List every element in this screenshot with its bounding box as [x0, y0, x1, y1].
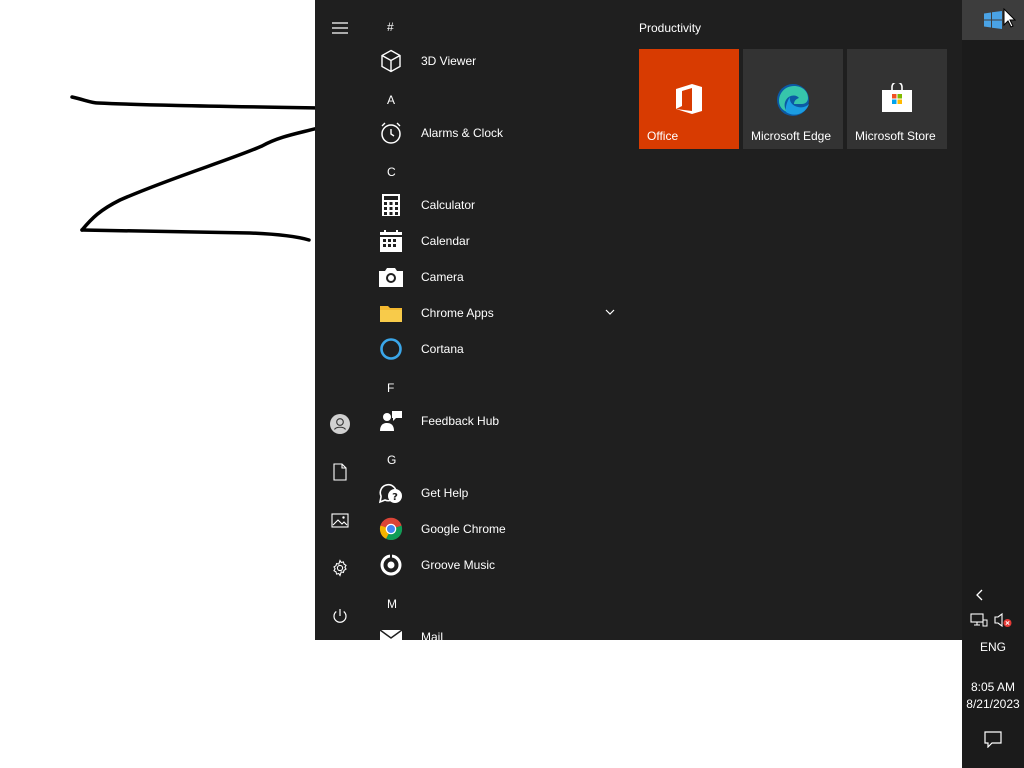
app-mail[interactable]: Mail [375, 622, 617, 640]
group-header-m[interactable]: M [387, 597, 397, 611]
tile-label: Microsoft Store [855, 129, 936, 143]
start-menu: # 3D Viewer A Alarms & Clock C Calculato… [315, 0, 962, 640]
chrome-icon [378, 516, 404, 542]
app-label: 3D Viewer [421, 54, 477, 68]
app-get-help[interactable]: ? Get Help [375, 478, 617, 508]
tile-label: Microsoft Edge [751, 129, 832, 143]
app-chrome-apps[interactable]: Chrome Apps [375, 298, 617, 328]
office-icon [674, 83, 704, 120]
clock-time: 8:05 AM [970, 680, 1016, 694]
app-label: Chrome Apps [421, 306, 494, 320]
store-icon [881, 81, 913, 118]
group-header-c[interactable]: C [387, 165, 396, 179]
folder-icon [378, 300, 404, 326]
group-header-g[interactable]: G [387, 453, 396, 467]
group-header-hash[interactable]: # [387, 20, 394, 34]
mail-icon [378, 624, 404, 640]
chevron-down-icon[interactable] [603, 305, 617, 319]
calculator-icon [378, 192, 404, 218]
get-help-icon: ? [378, 480, 404, 506]
tile-group-title[interactable]: Productivity [639, 21, 701, 35]
app-label: Feedback Hub [421, 414, 500, 428]
action-center-icon[interactable] [983, 730, 1003, 748]
svg-text:?: ? [392, 492, 398, 503]
clock[interactable]: 8:05 AM 8/21/2023 [962, 679, 1024, 713]
app-label: Mail [421, 630, 444, 640]
app-groove-music[interactable]: Groove Music [375, 550, 617, 580]
power-icon[interactable] [325, 601, 355, 631]
feedback-hub-icon [378, 408, 404, 434]
alarm-clock-icon [378, 120, 404, 146]
app-cortana[interactable]: Cortana [375, 334, 617, 364]
app-label: Calendar [421, 234, 470, 248]
start-menu-rail [315, 0, 365, 640]
calendar-icon [378, 228, 404, 254]
taskbar: ENG 8:05 AM 8/21/2023 [962, 0, 1024, 768]
app-3d-viewer[interactable]: 3D Viewer [375, 46, 617, 76]
documents-icon[interactable] [325, 457, 355, 487]
app-google-chrome[interactable]: Google Chrome [375, 514, 617, 544]
cortana-icon [378, 336, 404, 362]
edge-icon [776, 83, 810, 122]
app-feedback-hub[interactable]: Feedback Hub [375, 406, 617, 436]
clock-date: 8/21/2023 [966, 697, 1020, 711]
cube-icon [378, 48, 404, 74]
tile-office[interactable]: Office [639, 49, 739, 149]
app-label: Alarms & Clock [421, 126, 504, 140]
mouse-cursor-icon [1003, 8, 1016, 28]
app-calendar[interactable]: Calendar [375, 226, 617, 256]
app-label: Calculator [421, 198, 476, 212]
group-header-f[interactable]: F [387, 381, 394, 395]
drawing-stroke [70, 95, 320, 242]
group-header-a[interactable]: A [387, 93, 395, 107]
tile-microsoft-edge[interactable]: Microsoft Edge [743, 49, 843, 149]
app-label: Google Chrome [421, 522, 506, 536]
app-label: Camera [421, 270, 464, 284]
volume-muted-icon[interactable] [993, 612, 1013, 628]
show-hidden-icons-chevron[interactable] [971, 586, 989, 604]
app-calculator[interactable]: Calculator [375, 190, 617, 220]
tile-label: Office [647, 129, 679, 143]
user-account-icon[interactable] [325, 409, 355, 439]
network-icon[interactable] [970, 612, 988, 628]
app-label: Get Help [421, 486, 469, 500]
app-list[interactable]: # 3D Viewer A Alarms & Clock C Calculato… [365, 0, 627, 640]
camera-icon [378, 264, 404, 290]
tiles-area: Productivity Office Microsoft Edge Micro… [639, 0, 962, 640]
app-label: Cortana [421, 342, 464, 356]
language-indicator[interactable]: ENG [962, 640, 1024, 654]
settings-icon[interactable] [325, 553, 355, 583]
groove-music-icon [378, 552, 404, 578]
hamburger-menu-icon[interactable] [325, 13, 355, 43]
app-camera[interactable]: Camera [375, 262, 617, 292]
pictures-icon[interactable] [325, 505, 355, 535]
windows-logo-icon [984, 11, 1002, 29]
app-alarms-clock[interactable]: Alarms & Clock [375, 118, 617, 148]
tile-microsoft-store[interactable]: Microsoft Store [847, 49, 947, 149]
app-label: Groove Music [421, 558, 496, 572]
